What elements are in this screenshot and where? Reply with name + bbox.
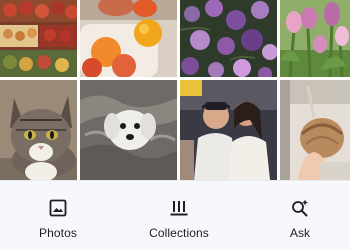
nav-tab-label: Ask [289, 226, 311, 240]
collections-icon [169, 198, 189, 218]
nav-tab-photos[interactable]: Photos [8, 181, 108, 251]
nav-tab-label: Collections [149, 226, 209, 240]
nav-tab-ask[interactable]: Ask [250, 181, 350, 251]
photo-thumbnail-white-dog-on-blanket[interactable] [80, 80, 177, 180]
photo-thumbnail-pink-tulips[interactable] [280, 0, 350, 77]
photo-thumbnail-market-fruit[interactable] [0, 0, 77, 77]
photo-thumbnail-coconut-drink[interactable] [280, 80, 350, 180]
photo-thumbnail-tabby-cat[interactable] [0, 80, 77, 180]
photo-thumbnail-purple-flowers[interactable] [180, 0, 277, 77]
photo-thumbnail-friends-selfie[interactable] [180, 80, 277, 180]
photo-thumbnail-fruit-bowl[interactable] [80, 0, 177, 77]
ask-sparkle-search-icon [290, 198, 310, 218]
nav-tab-label: Photos [39, 226, 77, 240]
photo-grid [0, 0, 350, 180]
photo-icon [48, 198, 68, 218]
bottom-navigation-bar: Photos Collections Ask [0, 180, 350, 250]
nav-tab-collections[interactable]: Collections [129, 181, 229, 251]
